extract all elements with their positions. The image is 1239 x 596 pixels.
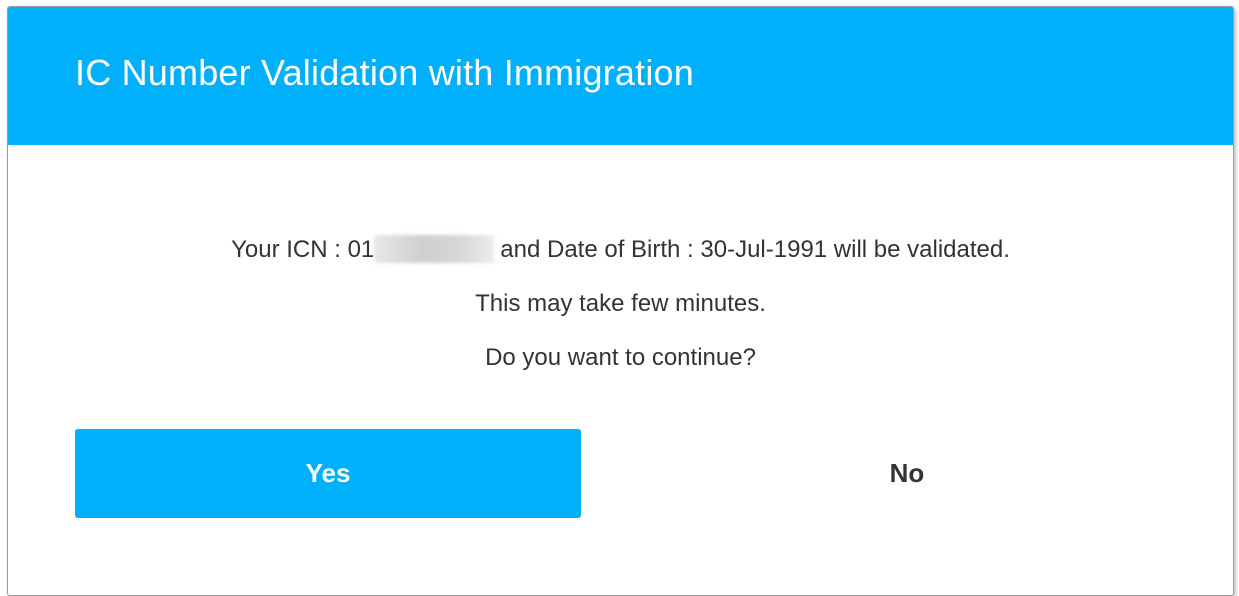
dialog-title: IC Number Validation with Immigration (75, 52, 694, 93)
yes-button[interactable]: Yes (75, 429, 581, 518)
validation-dialog: IC Number Validation with Immigration Yo… (7, 6, 1234, 596)
redacted-icn-digits (374, 235, 495, 263)
icn-prefix-text: Your ICN : 01 (231, 236, 375, 263)
message-line-icn: Your ICN : 01 and Date of Birth : 30-Jul-… (8, 223, 1233, 277)
message-line-question: Do you want to continue? (485, 344, 756, 371)
icn-suffix-text: and Date of Birth : 30-Jul-1991 will be … (500, 236, 1010, 263)
dialog-header: IC Number Validation with Immigration (8, 7, 1233, 145)
no-button[interactable]: No (654, 429, 1160, 518)
message-line-duration: This may take few minutes. (475, 290, 766, 317)
dialog-message: Your ICN : 01 and Date of Birth : 30-Jul-… (8, 223, 1233, 385)
